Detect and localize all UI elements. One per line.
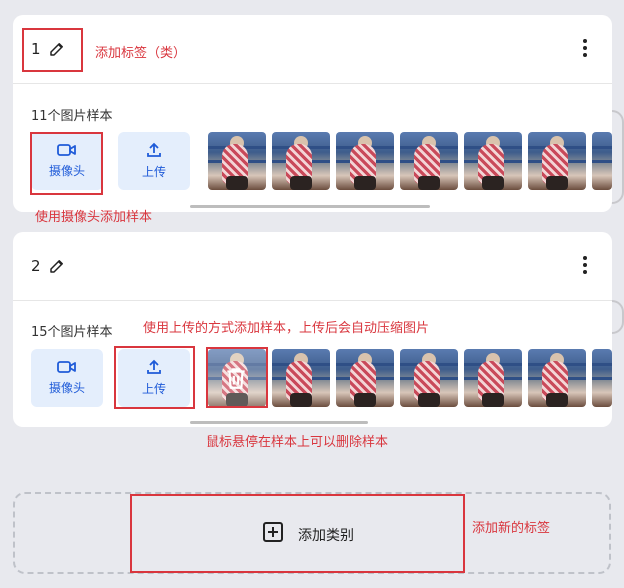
video-camera-icon [57,361,76,373]
sample-thumbnail[interactable] [336,132,394,190]
sample-count: 11个图片样本 [31,109,113,124]
sample-thumbnail[interactable] [272,132,330,190]
annotation-box-edit [22,28,83,72]
card-header: 2 [13,232,612,301]
annotation-upload-note: 使用上传的方式添加样本，上传后会自动压缩图片 [143,321,430,336]
annotation-camera-note: 使用摄像头添加样本 [35,210,153,225]
annotation-delete-note: 鼠标悬停在样本上可以删除样本 [206,435,389,450]
annotation-box-camera [30,132,103,195]
sample-count: 15个图片样本 [31,325,113,340]
sample-thumbnail[interactable] [464,132,522,190]
sample-thumbnail[interactable] [400,349,458,407]
annotation-box-upload [114,346,195,409]
sample-thumbnail[interactable] [208,132,266,190]
upload-icon [147,142,161,157]
sample-thumbnail[interactable] [272,349,330,407]
horizontal-scrollbar[interactable] [190,421,368,424]
annotation-edit-note: 添加标签（类） [95,46,187,61]
annotation-add-note: 添加新的标签 [472,521,551,536]
camera-button-label: 摄像头 [48,381,85,395]
annotation-box-add [130,494,465,573]
annotation-box-sample [206,347,268,408]
upload-button[interactable]: 上传 [118,132,190,190]
pencil-icon[interactable] [48,257,66,275]
sample-thumbnail[interactable] [528,349,586,407]
more-vertical-icon[interactable] [582,39,588,61]
horizontal-scrollbar[interactable] [190,205,430,208]
more-vertical-icon[interactable] [582,256,588,278]
sample-thumbnail[interactable] [464,349,522,407]
camera-button[interactable]: 摄像头 [31,349,103,407]
sample-thumbnail[interactable] [400,132,458,190]
sample-thumbnail[interactable] [528,132,586,190]
sample-thumbnail[interactable] [336,349,394,407]
upload-button-label: 上传 [141,165,166,179]
sample-thumbnail[interactable] [592,132,612,190]
sample-thumbnail[interactable] [592,349,612,407]
class-name[interactable]: 2 [31,257,41,275]
